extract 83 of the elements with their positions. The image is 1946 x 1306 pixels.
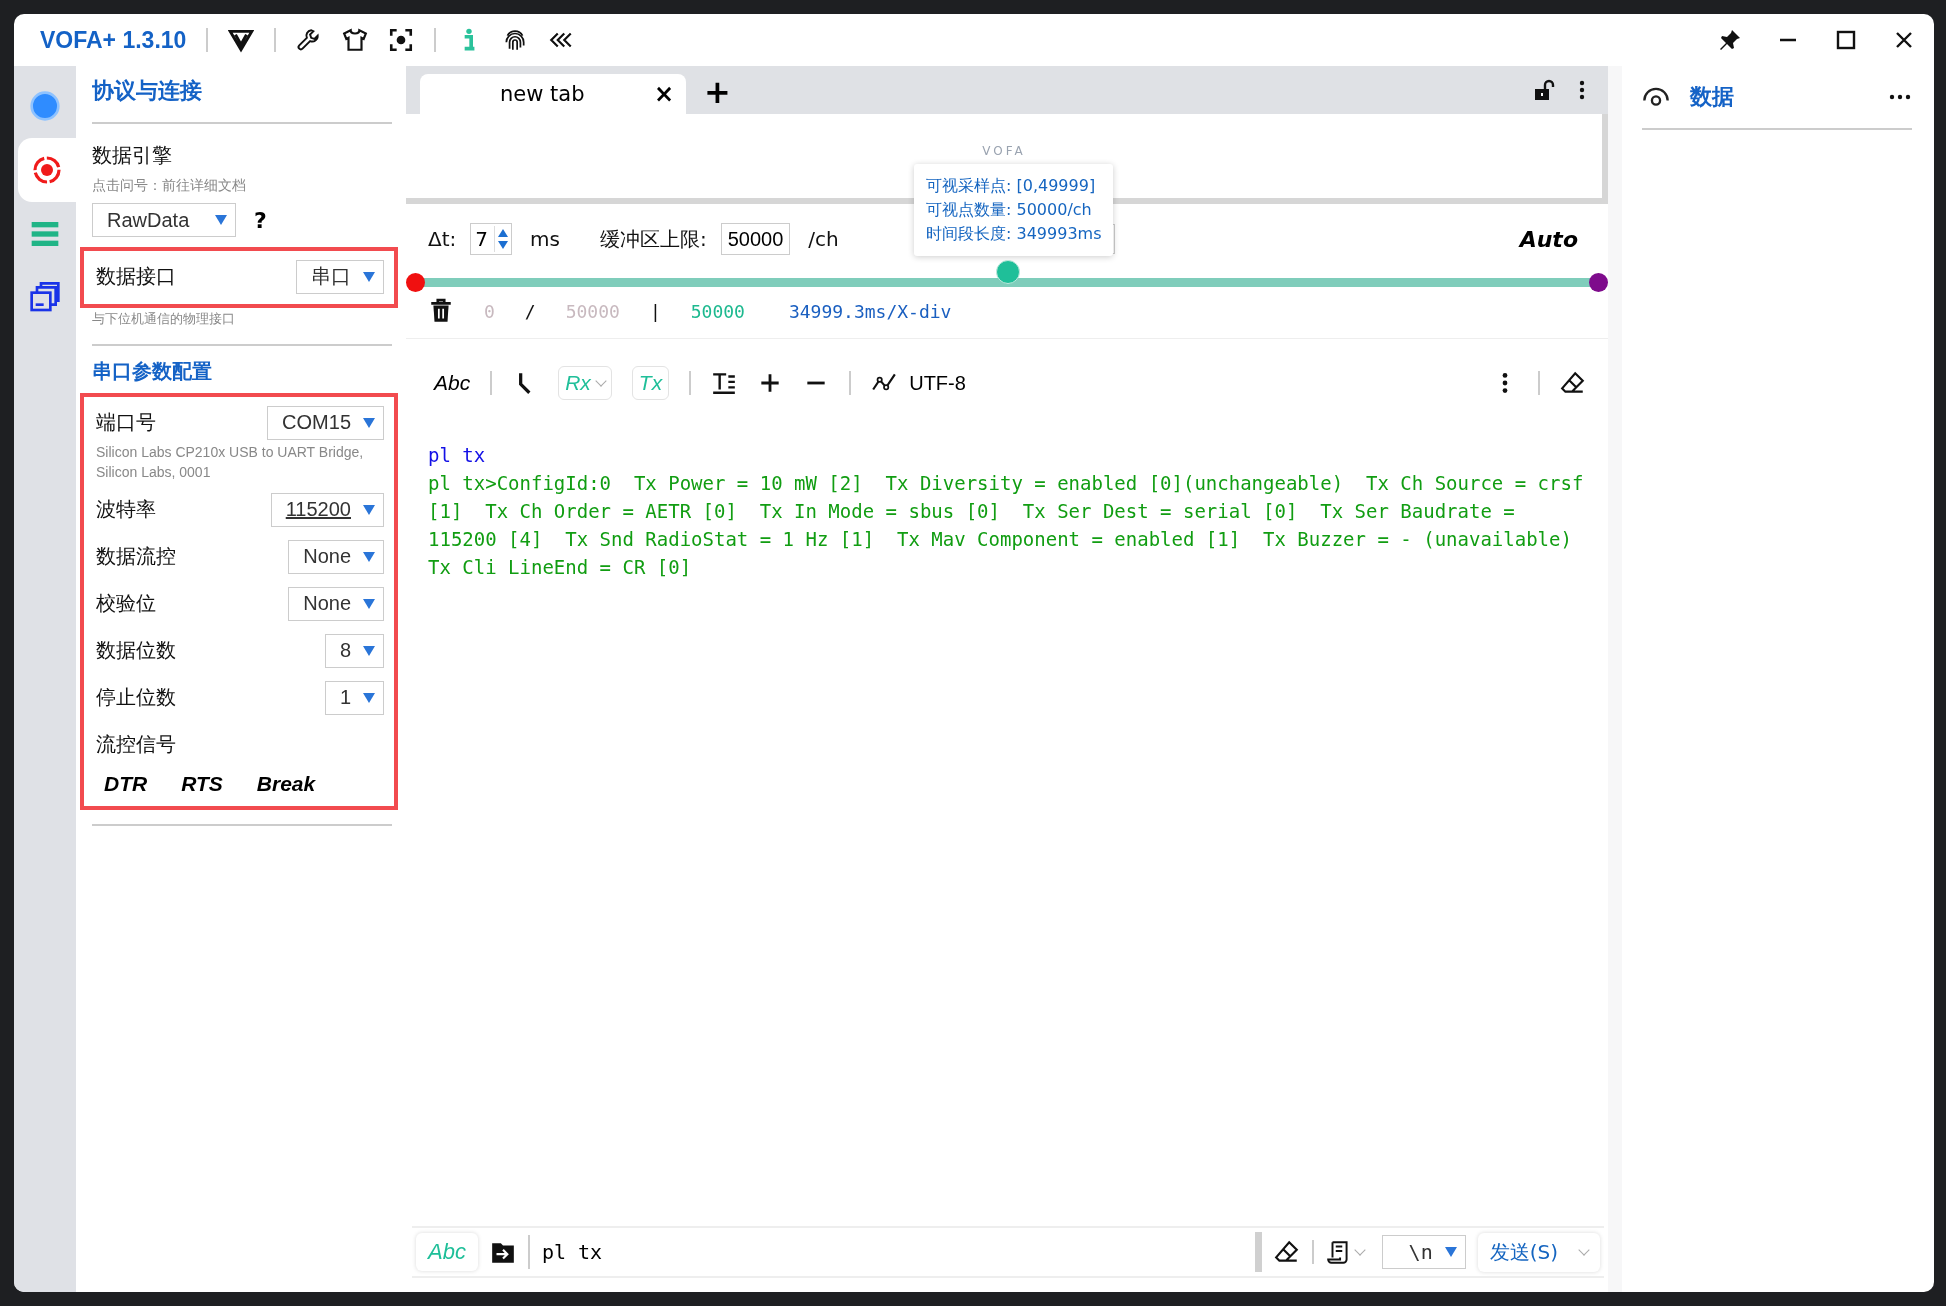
setting-dropdown[interactable]: None	[288, 586, 384, 621]
setting-dropdown[interactable]: COM15	[267, 405, 384, 440]
caret-icon	[363, 417, 375, 428]
tooltip-line: 可视点数量: 50000/ch	[926, 199, 1093, 221]
count-text: 0	[484, 300, 495, 322]
help-link[interactable]: ?	[254, 207, 267, 233]
auto-button[interactable]: Auto	[1519, 226, 1578, 252]
engine-dropdown[interactable]: RawData	[92, 203, 236, 237]
screenshot-icon[interactable]	[388, 27, 415, 53]
signal-button[interactable]: DTR	[104, 772, 148, 796]
setting-dropdown[interactable]: 8	[324, 633, 384, 668]
shirt-icon[interactable]	[342, 27, 369, 53]
slider-thumb[interactable]	[996, 260, 1020, 284]
windows-icon	[29, 282, 61, 314]
terminal-line: pl tx>ConfigId:0 Tx Power = 10 mW [2] Tx Diversity = enabled [0](unchangeable) Tx Ch Source = crsf [1] Tx Ch Order = AETR [0] Tx In Mode = sbus [0] Tx Ser Dest = serial [0] Tx Ser Baudrate = 115200 [4] Tx Snd RadioStat = 1 Hz [1] Tx Mav Component = enabled [1] Tx Buzzer = - (unavailable) Tx Cli LineEnd = CR [0]	[428, 471, 1585, 580]
unlock-icon[interactable]	[1532, 78, 1556, 102]
total-text: 50000	[565, 300, 620, 322]
interface-dropdown[interactable]: 串口	[296, 259, 384, 294]
dt-label: Δt:	[428, 227, 457, 251]
send-button[interactable]: 发送(S)	[1477, 1232, 1600, 1272]
caret-icon	[1444, 1247, 1457, 1257]
field-label: 流控信号	[96, 731, 176, 758]
separator-text: |	[649, 300, 661, 322]
field-label: 数据位数	[96, 637, 176, 664]
end-handle[interactable]	[1589, 273, 1608, 292]
close-tab-button[interactable]: ×	[653, 80, 674, 108]
buffer-input[interactable]: 50000	[720, 223, 791, 255]
eraser-icon[interactable]	[1273, 1239, 1300, 1265]
caret-icon	[363, 551, 375, 562]
separator-text: /	[524, 300, 536, 322]
plot-logo: VOFA	[982, 144, 1026, 158]
tooltip-line: 时间段长度: 349993ms	[926, 223, 1102, 245]
app-title: VOFA+ 1.3.10	[40, 26, 187, 54]
encoding-button[interactable]: UTF-8	[909, 371, 966, 395]
pin-icon[interactable]	[1718, 28, 1742, 52]
spin-arrows-icon	[494, 226, 511, 252]
setting-dropdown[interactable]: None	[288, 539, 384, 574]
line-end-dropdown[interactable]: \n	[1381, 1235, 1466, 1269]
signal-button[interactable]: Break	[256, 772, 316, 796]
target-icon	[31, 154, 63, 186]
hint-text: 点击问号：前往详细文档	[92, 177, 247, 195]
setting-dropdown[interactable]: 1	[324, 680, 384, 715]
format-button[interactable]: Abc	[434, 371, 471, 395]
panel-title: 协议与连接	[92, 77, 203, 105]
field-label: 数据流控	[96, 543, 176, 570]
eraser-icon[interactable]	[1560, 370, 1586, 396]
field-label: 端口号	[96, 409, 156, 436]
section-title: 串口参数配置	[92, 358, 213, 385]
connection-icon	[29, 90, 61, 122]
caret-icon	[363, 692, 375, 703]
unit-label: /ch	[808, 227, 839, 251]
add-tab-button[interactable]: +	[704, 72, 731, 112]
port-description: Silicon Labs CP210x USB to UART Bridge, Silicon Labs, 0001	[96, 443, 365, 482]
panel-title: 数据	[1690, 83, 1734, 111]
caret-icon	[363, 598, 375, 609]
signal-button[interactable]: RTS	[181, 772, 223, 796]
command-input[interactable]: pl tx	[541, 1240, 1243, 1264]
start-handle[interactable]	[406, 273, 425, 292]
field-label: 波特率	[96, 496, 156, 523]
unit-label: ms	[530, 227, 560, 251]
setting-dropdown[interactable]: 115200	[270, 492, 384, 527]
hint-text: 与下位机通信的物理接口	[92, 310, 236, 328]
caret-icon	[215, 215, 227, 225]
splitter-handle[interactable]	[1254, 1232, 1262, 1272]
terminal-line: pl tx	[428, 443, 487, 468]
sidebar-tab[interactable]	[18, 138, 76, 202]
maximize-icon[interactable]	[1834, 28, 1858, 52]
text-format-icon[interactable]	[711, 370, 738, 396]
field-label: 校验位	[96, 590, 156, 617]
v-logo-icon[interactable]	[228, 27, 255, 53]
field-label: 数据接口	[96, 263, 176, 290]
caret-icon	[363, 271, 375, 282]
tooltip-line: 可视采样点: [0,49999]	[926, 175, 1097, 197]
field-label: 数据引擎	[92, 142, 173, 169]
field-label: 停止位数	[96, 684, 176, 711]
caret-icon	[363, 504, 375, 515]
dt-spinbox[interactable]: 7	[470, 223, 512, 255]
tab[interactable]: new tab ×	[420, 74, 686, 114]
scale-text: 34999.3ms/X-div	[788, 300, 952, 322]
visible-count: 50000	[690, 300, 745, 322]
caret-icon	[363, 645, 375, 656]
buffer-label: 缓冲区上限:	[599, 225, 707, 253]
trash-icon[interactable]	[428, 298, 454, 324]
